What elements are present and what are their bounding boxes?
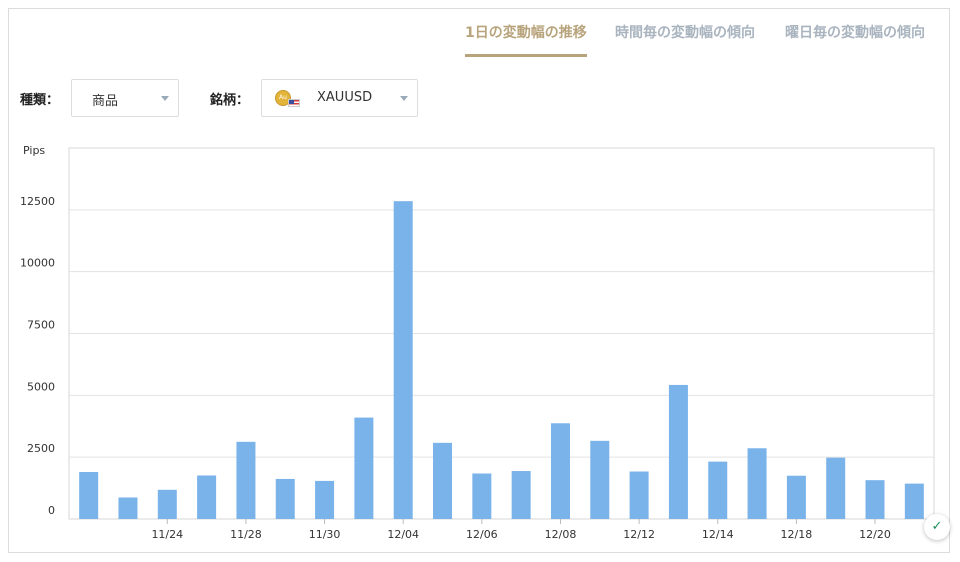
x-tick-label: 12/12 [623, 528, 655, 541]
bar [590, 440, 610, 519]
bar [354, 417, 374, 519]
bar [118, 497, 138, 519]
bar [472, 473, 492, 519]
x-tick-label: 11/24 [151, 528, 183, 541]
x-tick-label: 12/18 [781, 528, 813, 541]
bar [197, 475, 217, 519]
bar [157, 489, 177, 519]
bar [629, 471, 649, 519]
bar [550, 423, 570, 519]
chat-widget-icon[interactable]: ✓ [924, 514, 950, 540]
bar [236, 441, 256, 519]
x-tick-label: 12/20 [859, 528, 891, 541]
x-tick-label: 11/28 [230, 528, 262, 541]
bar [433, 442, 453, 519]
bar [511, 471, 531, 519]
bar [668, 384, 688, 519]
bar [786, 475, 806, 519]
y-tick-label: 12500 [20, 195, 55, 208]
bar [275, 478, 295, 519]
bar [826, 457, 846, 519]
x-tick-label: 12/06 [466, 528, 498, 541]
x-tick-label: 12/14 [702, 528, 734, 541]
x-tick-label: 12/08 [545, 528, 577, 541]
y-tick-label: 10000 [20, 257, 55, 270]
bar [708, 461, 728, 519]
y-axis-label: Pips [23, 144, 45, 157]
bar [904, 483, 924, 519]
y-tick-label: 0 [48, 504, 55, 517]
y-tick-label: 5000 [27, 380, 55, 393]
y-tick-label: 2500 [27, 442, 55, 455]
bar [79, 472, 99, 519]
bar [865, 480, 885, 519]
y-tick-label: 7500 [27, 319, 55, 332]
bar [393, 201, 413, 519]
bar [315, 480, 335, 519]
bar-chart: 0 2500 5000 7500 10000 12500 Pips 11/24 11/28 11/… [20, 144, 935, 541]
x-tick-label: 11/30 [309, 528, 341, 541]
bar [747, 448, 767, 519]
x-tick-label: 12/04 [387, 528, 419, 541]
